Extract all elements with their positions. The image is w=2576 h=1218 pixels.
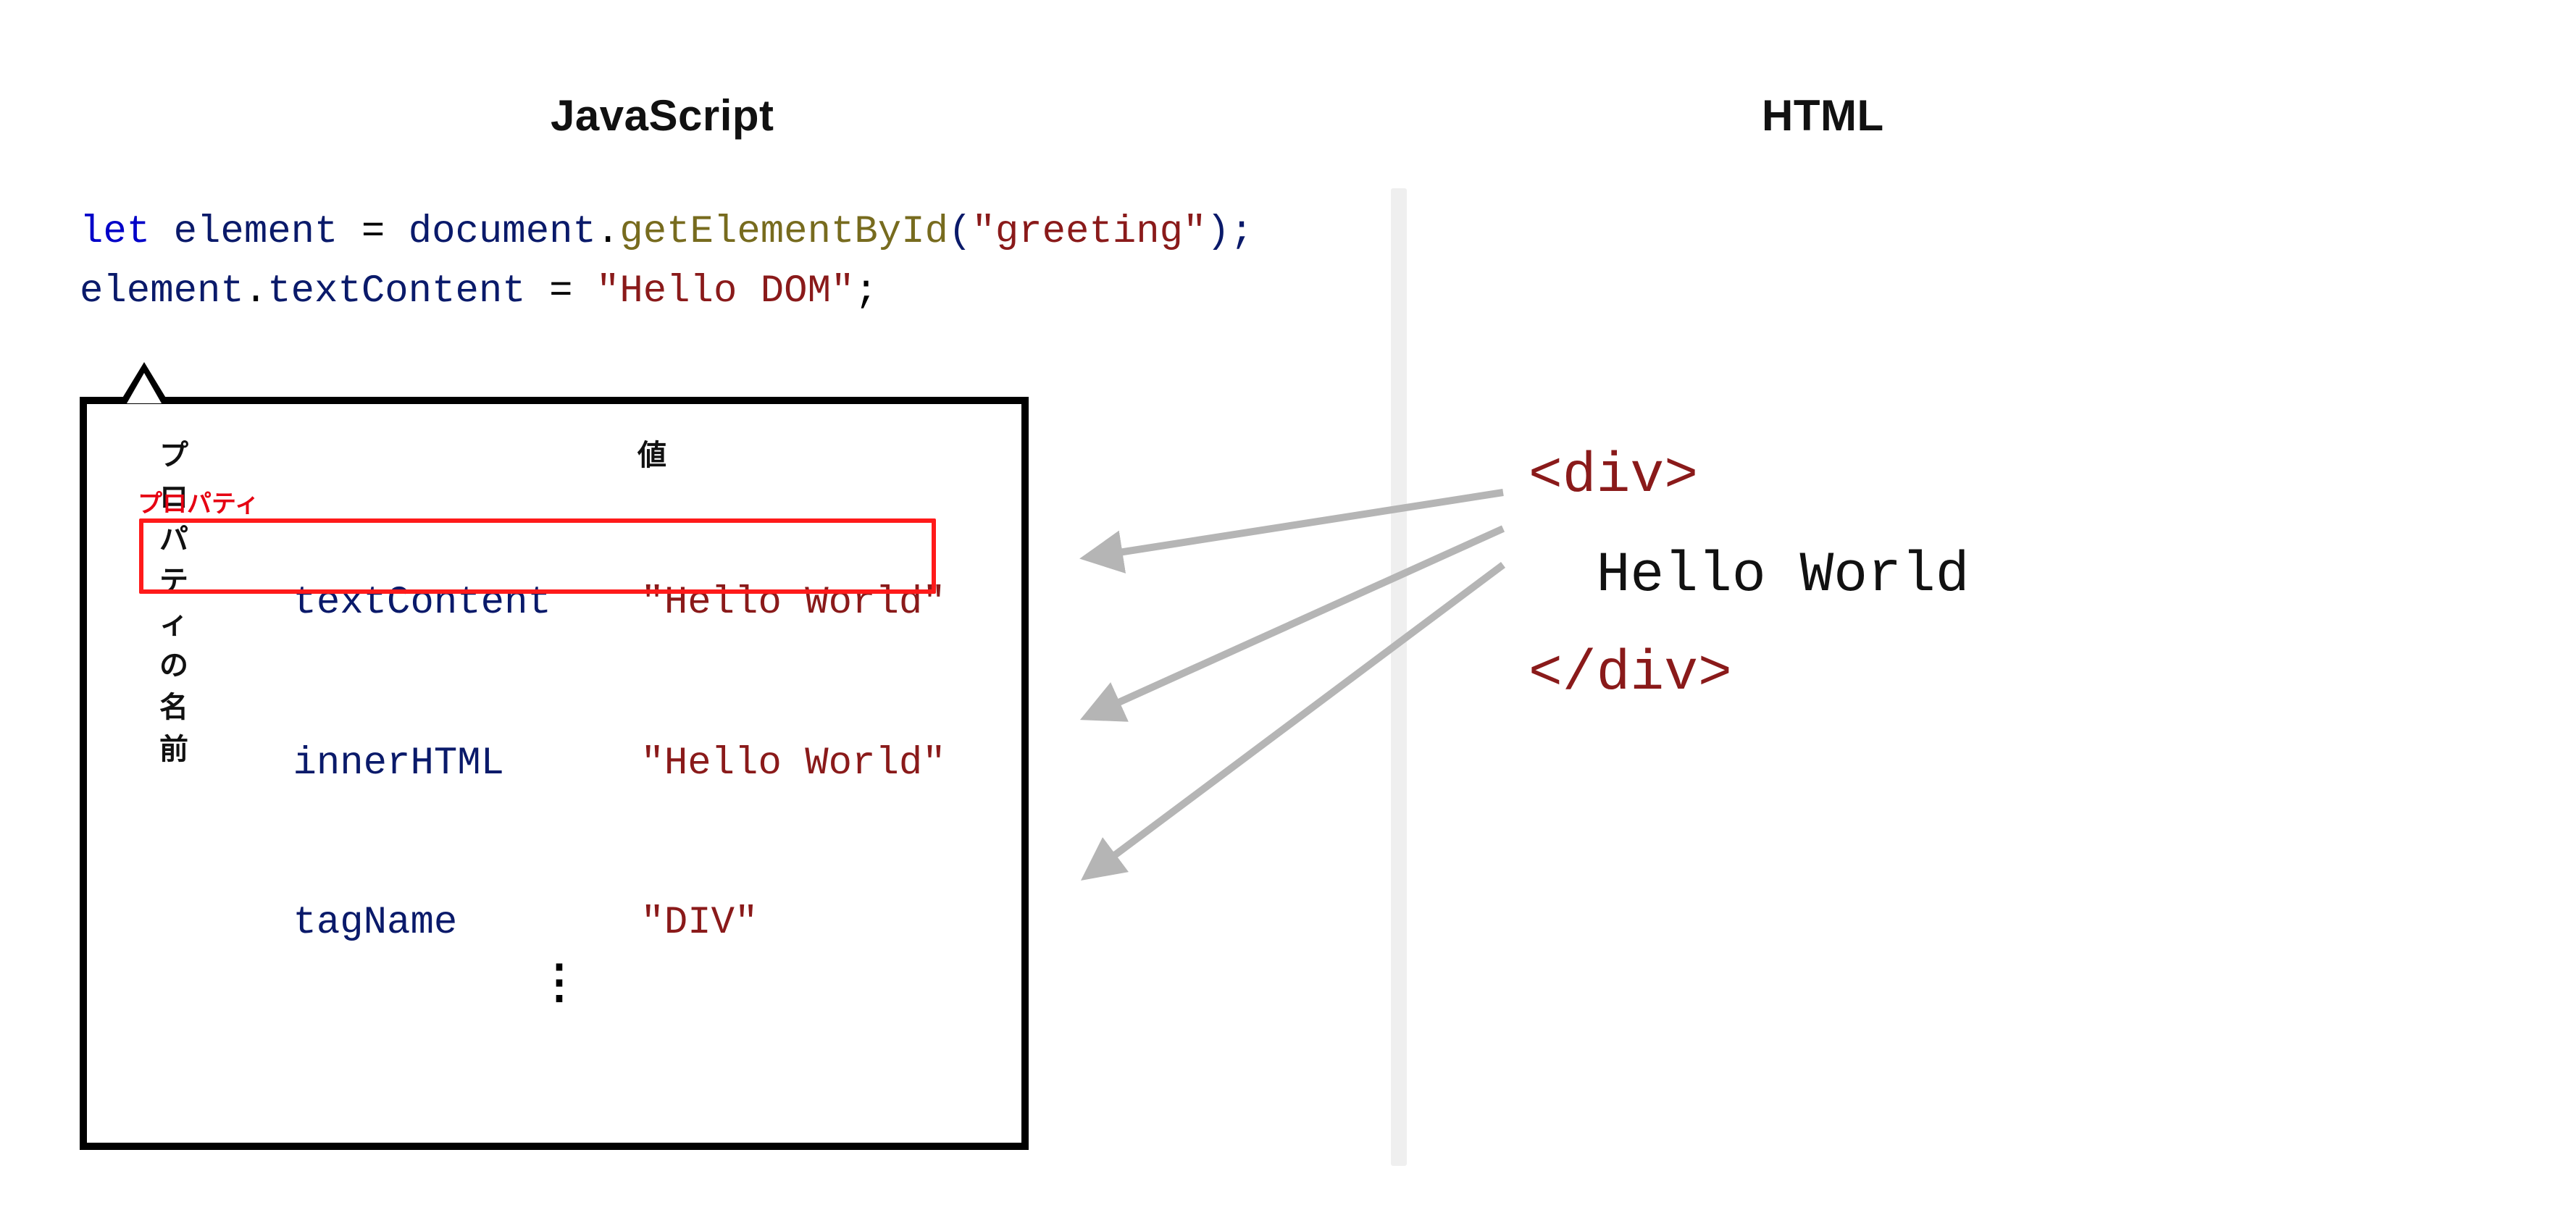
html-snippet: <div> Hello World </div> — [1529, 427, 1970, 724]
html-open-tag: <div> — [1529, 445, 1698, 508]
token-hello-dom-string: "Hello DOM" — [596, 269, 854, 314]
arrow-to-tagname-icon — [1087, 565, 1503, 876]
token-dot-2: . — [244, 269, 267, 314]
column-divider — [1391, 188, 1407, 1166]
token-let: let — [80, 210, 150, 254]
property-value: "Hello World" — [640, 742, 945, 786]
property-value: "Hello World" — [640, 581, 945, 625]
token-get-element-by-id: getElementById — [619, 210, 948, 254]
token-document: document — [409, 210, 596, 254]
token-assign-2: = — [526, 269, 596, 314]
property-name: tagName — [293, 900, 640, 947]
property-row-innerhtml: innerHTML"Hello World" — [152, 694, 946, 834]
heading-html: HTML — [1762, 91, 1884, 140]
token-close-paren-semi: ); — [1207, 210, 1254, 254]
heading-javascript: JavaScript — [551, 91, 774, 140]
token-element-var-2: element — [80, 269, 244, 314]
property-label: プロパティ — [138, 484, 259, 519]
html-text-indent — [1529, 544, 1597, 608]
token-semi: ; — [854, 269, 877, 314]
header-property-value: 値 — [637, 432, 666, 474]
speech-bubble-tail-icon — [120, 362, 169, 403]
token-text-content: textContent — [267, 269, 525, 314]
property-name: textContent — [293, 580, 640, 627]
arrow-to-innerhtml-icon — [1087, 529, 1503, 717]
token-dot: . — [596, 210, 619, 254]
token-greeting-string: "greeting" — [971, 210, 1206, 254]
arrow-to-textcontent-icon — [1087, 492, 1503, 558]
diagram-canvas: JavaScript HTML let element = document.g… — [0, 0, 2576, 1218]
property-value: "DIV" — [640, 901, 758, 945]
vertical-ellipsis-icon: ⋮ — [536, 954, 582, 1009]
property-name: innerHTML — [293, 741, 640, 788]
js-code-snippet: let element = document.getElementById("g… — [80, 203, 1253, 322]
token-assign: = — [338, 210, 408, 254]
element-properties-box: プロパティの名前 値 プロパティ textContent"Hello World… — [80, 397, 1029, 1150]
token-element-var: element — [174, 210, 338, 254]
token-open-paren: ( — [948, 210, 971, 254]
html-text-content: Hello World — [1597, 544, 1970, 608]
html-close-tag: </div> — [1529, 642, 1732, 706]
property-row-tagname: tagName"DIV" — [152, 853, 758, 994]
property-row-textcontent: textContent"Hello World" — [152, 533, 946, 673]
